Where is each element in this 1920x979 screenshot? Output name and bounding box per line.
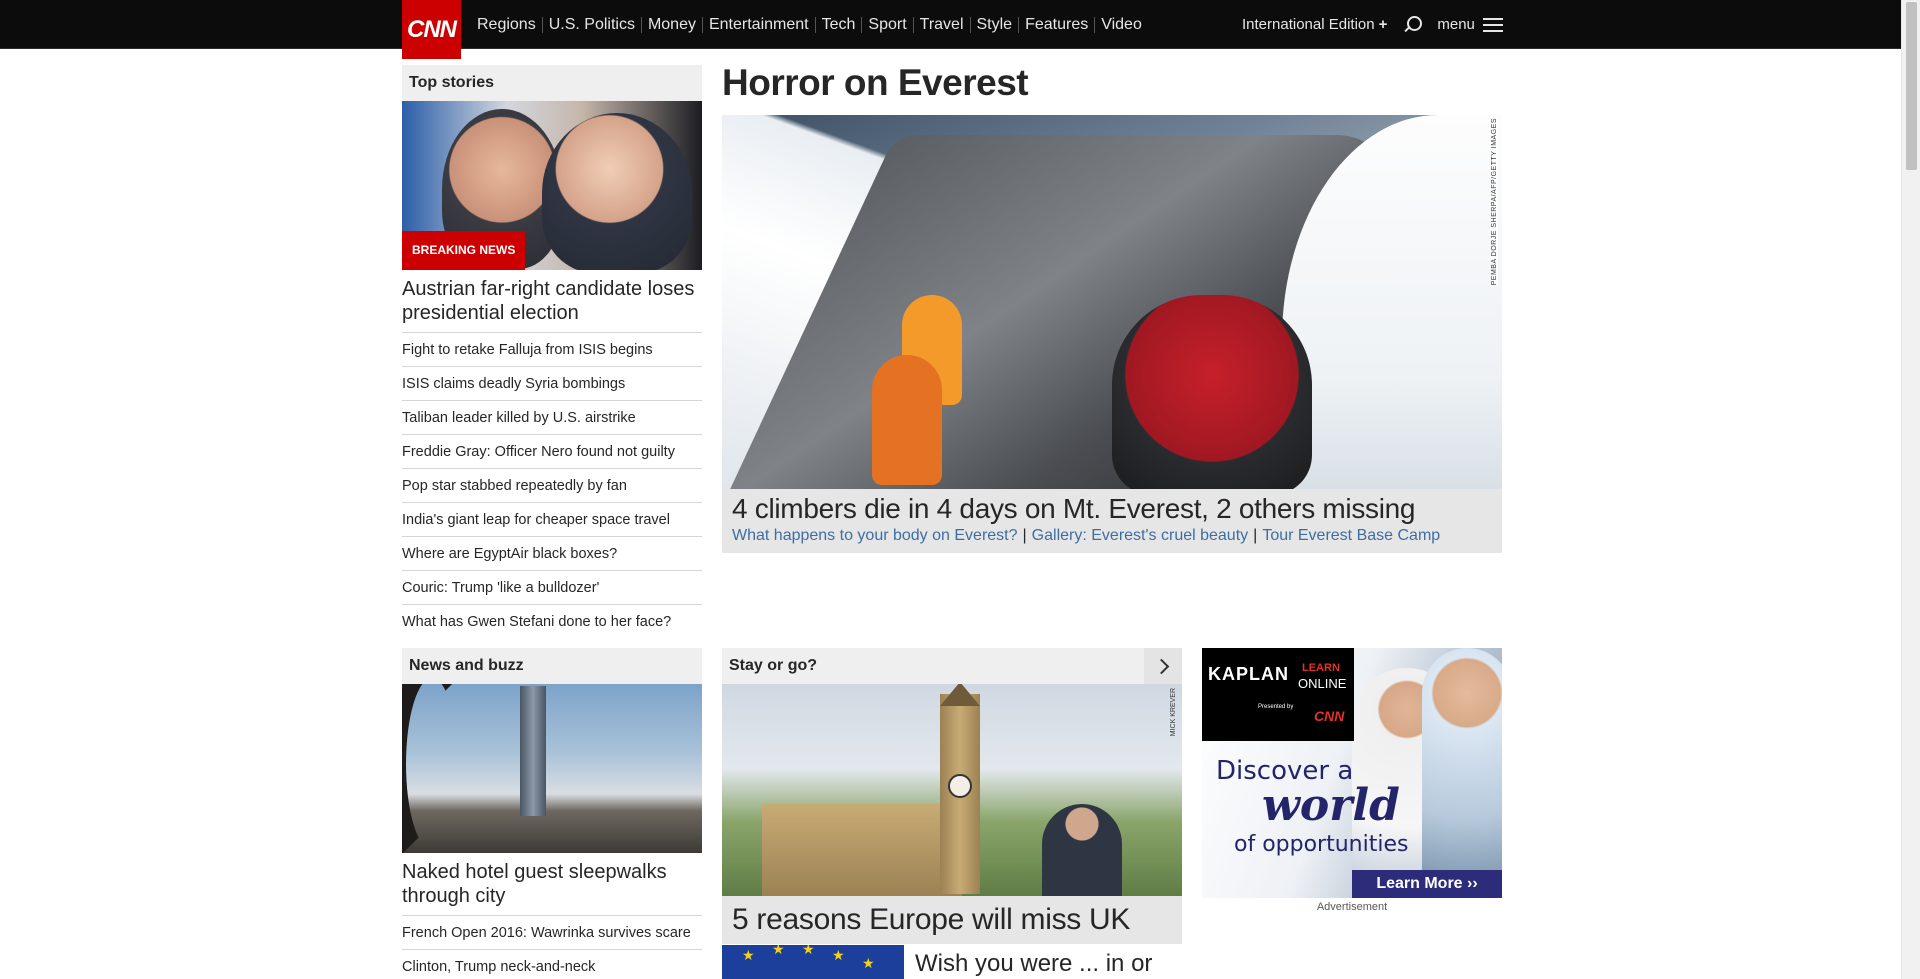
clock-face [948,774,972,798]
ad-presented-brand: CNN [1314,708,1345,724]
link-separator: | [1253,527,1258,544]
climber-figure [1112,295,1312,489]
related-link[interactable]: Tour Everest Base Camp [1262,527,1440,544]
list-item[interactable]: Taliban leader killed by U.S. airstrike [402,400,702,434]
ad-presented: Presented by [1258,704,1294,710]
feature-caption: 4 climbers die in 4 days on Mt. Everest,… [722,489,1502,553]
news-buzz-headline[interactable]: Naked hotel guest sleepwalks through cit… [402,860,702,908]
feature-headline[interactable]: 4 climbers die in 4 days on Mt. Everest,… [732,493,1492,525]
cnn-logo[interactable]: CNN [402,0,461,59]
person-image [1422,648,1502,898]
ad-line-2: world [1262,780,1400,831]
list-item[interactable]: French Open 2016: Wawrinka survives scar… [402,915,702,949]
news-buzz-list: French Open 2016: Wawrinka survives scar… [402,915,702,979]
news-buzz-header: News and buzz [402,648,702,684]
related-link[interactable]: What happens to your body on Everest? [732,527,1018,544]
learn-more-button[interactable]: Learn More ›› [1352,870,1502,898]
nav-right: International Edition + menu [1242,0,1503,49]
ad-brand: KAPLAN [1208,664,1289,684]
edition-selector[interactable]: International Edition + [1242,16,1387,33]
tower-shape [520,686,546,816]
list-item[interactable]: Clinton, Trump neck-and-neck [402,949,702,979]
logo-text: CNN [407,15,457,43]
person-image [542,113,692,270]
scroll-thumb[interactable] [1906,2,1917,170]
page-scrollbar[interactable] [1901,0,1920,979]
top-story-headline[interactable]: Austrian far-right candidate loses presi… [402,277,702,325]
list-item[interactable]: Where are EgyptAir black boxes? [402,536,702,570]
next-arrow-button[interactable] [1144,648,1182,684]
arch-shape [402,684,492,853]
list-item[interactable]: What has Gwen Stefani done to her face? [402,604,702,638]
ad-online: ONLINE [1298,676,1347,691]
menu-label[interactable]: menu [1437,16,1475,33]
feature-image[interactable] [722,115,1502,489]
climber-figure [872,355,942,485]
list-item[interactable]: Freddie Gray: Officer Nero found not gui… [402,434,702,468]
nav-link-sport[interactable]: Sport [862,16,914,33]
top-stories-header: Top stories [402,65,702,101]
nav-link-money[interactable]: Money [642,16,703,33]
hamburger-icon[interactable] [1482,17,1503,32]
nav-links: Regions U.S. Politics Money Entertainmen… [471,0,1148,49]
nav-link-features[interactable]: Features [1019,16,1096,33]
kaplan-logo: KAPLAN LEARN ONLINE Presented by CNN [1202,648,1354,741]
list-item[interactable]: ISIS claims deadly Syria bombings [402,366,702,400]
top-nav: CNN Regions U.S. Politics Money Entertai… [0,0,1901,59]
related-link[interactable]: Gallery: Everest's cruel beauty [1032,527,1248,544]
feature-photo-credit: PEMBA DORJE SHERPA/AFP/GETTY IMAGES [1491,118,1498,286]
stay-or-go-headline[interactable]: 5 reasons Europe will miss UK [722,896,1182,944]
edition-plus-icon: + [1378,16,1388,33]
related-links: What happens to your body on Everest? | Ga… [732,525,1492,547]
news-buzz-image[interactable] [402,684,702,853]
top-stories-list: Fight to retake Falluja from ISIS begins… [402,332,702,638]
nav-link-tech[interactable]: Tech [816,16,863,33]
breaking-news-badge: BREAKING NEWS [402,231,526,270]
nav-link-travel[interactable]: Travel [914,16,971,33]
link-separator: | [1022,527,1027,544]
list-item[interactable]: India's giant leap for cheaper space tra… [402,502,702,536]
advertisement-label: Advertisement [1316,901,1388,913]
feature-title[interactable]: Horror on Everest [722,62,1029,104]
nav-link-video[interactable]: Video [1095,16,1148,33]
ad-line-3: of opportunities [1234,832,1409,857]
stay-or-go-header: Stay or go? [722,648,1144,684]
chevron-right-icon [1153,658,1169,674]
parliament-shape [762,804,962,896]
stay-photo-credit: MICK KREVER [1170,688,1177,737]
nav-link-style[interactable]: Style [971,16,1020,33]
nav-link-regions[interactable]: Regions [471,16,543,33]
nav-link-entertainment[interactable]: Entertainment [703,16,816,33]
list-item[interactable]: Pop star stabbed repeatedly by fan [402,468,702,502]
eu-flag-image[interactable]: ★ ★ ★ ★ ★ [722,945,904,979]
ad-learn: LEARN [1302,662,1340,674]
list-item[interactable]: Fight to retake Falluja from ISIS begins [402,332,702,366]
stay-or-go-image[interactable] [722,684,1182,896]
secondary-headline[interactable]: Wish you were ... in or [915,950,1152,978]
nav-link-us-politics[interactable]: U.S. Politics [543,16,642,33]
page: CNN Regions U.S. Politics Money Entertai… [0,0,1920,979]
kaplan-advertisement[interactable]: KAPLAN LEARN ONLINE Presented by CNN Dis… [1202,648,1502,898]
list-item[interactable]: Couric: Trump 'like a bulldozer' [402,570,702,604]
search-icon[interactable] [1401,14,1423,36]
person-image [1042,804,1122,896]
edition-label: International Edition [1242,16,1375,33]
